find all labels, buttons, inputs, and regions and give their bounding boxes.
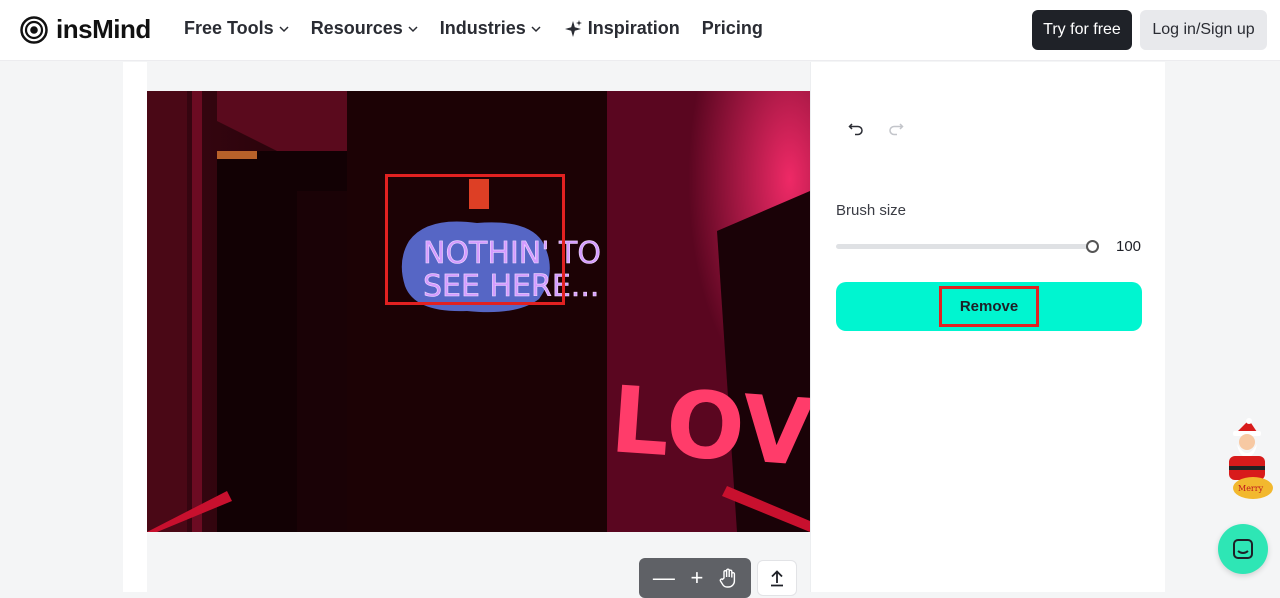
zoom-toolbar: — + bbox=[639, 558, 751, 598]
brush-size-slider-thumb[interactable] bbox=[1086, 240, 1099, 253]
nav-free-tools-label: Free Tools bbox=[184, 18, 274, 38]
nav-resources[interactable]: Resources bbox=[311, 18, 418, 39]
login-signup-button[interactable]: Log in/Sign up bbox=[1140, 10, 1267, 50]
edited-image[interactable]: LOVE NOTHIN' TO SEE HERE... bbox=[147, 91, 810, 532]
chat-icon bbox=[1233, 539, 1253, 559]
zoom-in-button[interactable]: + bbox=[691, 567, 704, 589]
chat-support-button[interactable] bbox=[1218, 524, 1268, 574]
logo[interactable]: insMind bbox=[20, 14, 151, 45]
tool-panel: Brush size 100 Remove bbox=[810, 62, 1165, 592]
top-navbar: insMind Free Tools Resources Industries … bbox=[0, 0, 1280, 61]
canvas-area: LOVE NOTHIN' TO SEE HERE... — + bbox=[147, 62, 810, 598]
nav-pricing-label: Pricing bbox=[701, 18, 763, 38]
main-nav: Free Tools Resources Industries Inspirat… bbox=[184, 18, 763, 39]
nav-free-tools[interactable]: Free Tools bbox=[184, 18, 289, 39]
nav-resources-label: Resources bbox=[310, 18, 403, 38]
try-for-free-button[interactable]: Try for free bbox=[1032, 10, 1132, 50]
zoom-out-button[interactable]: — bbox=[653, 567, 675, 589]
neon-photo: LOVE NOTHIN' TO SEE HERE... bbox=[147, 91, 810, 532]
nav-inspiration[interactable]: Inspiration bbox=[563, 18, 680, 39]
highlight-box-sign bbox=[385, 174, 565, 305]
remove-button[interactable]: Remove bbox=[836, 282, 1142, 331]
wall-love-text: LOVE bbox=[607, 366, 810, 491]
brush-size-label: Brush size bbox=[836, 202, 907, 219]
logo-icon bbox=[20, 15, 48, 44]
brush-size-value: 100 bbox=[1116, 238, 1142, 255]
hand-icon[interactable] bbox=[719, 568, 737, 588]
chevron-down-icon bbox=[531, 25, 541, 32]
nav-pricing[interactable]: Pricing bbox=[702, 18, 763, 39]
upload-icon bbox=[771, 570, 783, 587]
undo-icon[interactable] bbox=[848, 120, 864, 136]
export-button[interactable] bbox=[757, 560, 797, 596]
nav-inspiration-label: Inspiration bbox=[587, 18, 680, 38]
chevron-down-icon bbox=[279, 25, 289, 32]
editor-container: LOVE NOTHIN' TO SEE HERE... — + Brush si… bbox=[123, 62, 1165, 598]
brush-size-slider[interactable] bbox=[836, 244, 1093, 249]
redo-icon[interactable] bbox=[888, 120, 904, 136]
logo-text: insMind bbox=[56, 14, 151, 44]
chevron-down-icon bbox=[408, 25, 418, 32]
nav-industries-label: Industries bbox=[439, 18, 526, 38]
nav-industries[interactable]: Industries bbox=[440, 18, 541, 39]
remove-button-label: Remove bbox=[938, 286, 1040, 327]
svg-text:Merry: Merry bbox=[1238, 484, 1264, 493]
sparkle-icon bbox=[564, 19, 582, 37]
santa-decoration-icon[interactable]: Merry bbox=[1219, 418, 1275, 502]
